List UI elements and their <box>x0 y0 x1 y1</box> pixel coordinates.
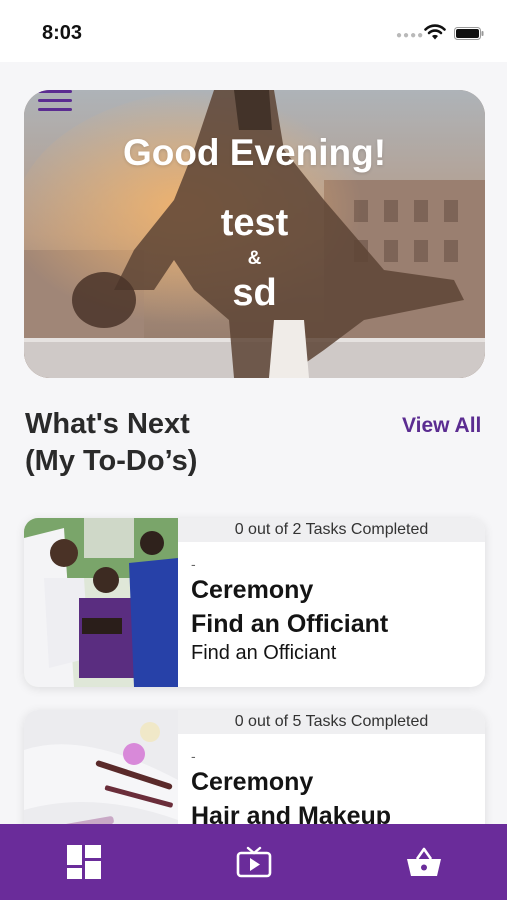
bottom-tab-bar <box>0 824 507 900</box>
video-icon[interactable] <box>234 842 274 882</box>
task-progress: 0 out of 5 Tasks Completed <box>178 710 485 734</box>
ampersand: & <box>247 248 262 269</box>
hamburger-menu-icon[interactable] <box>38 90 72 114</box>
battery-icon <box>454 27 484 40</box>
todo-title: Hair and Makeup <box>191 802 392 824</box>
dashboard-icon[interactable] <box>64 842 104 882</box>
todo-card[interactable]: 0 out of 2 Tasks Completed - Ceremony Fi… <box>24 518 485 687</box>
partner-two-name: sd <box>232 272 277 314</box>
section-title-line2: (My To-Do’s) <box>25 445 198 477</box>
todo-dash: - <box>191 748 196 764</box>
status-time: 8:03 <box>42 22 83 44</box>
status-bar: 8:03 ●●●● <box>0 0 507 62</box>
wifi-icon <box>424 24 446 40</box>
home-screen: Good Evening! test & sd What's Next (My … <box>0 62 507 824</box>
greeting-text: Good Evening! <box>122 132 387 173</box>
todo-title: Find an Officiant <box>191 610 389 638</box>
cellular-signal-icon: ●●●● <box>396 30 425 41</box>
todo-category: Ceremony <box>191 768 314 796</box>
todo-card[interactable]: 0 out of 5 Tasks Completed - Ceremony Ha… <box>24 710 485 824</box>
makeup-supplies-photo <box>24 710 178 824</box>
wedding-officiant-photo <box>24 518 178 687</box>
todo-dash: - <box>191 556 196 572</box>
todo-category: Ceremony <box>191 576 314 604</box>
todo-subtitle: Find an Officiant <box>191 642 337 664</box>
shopping-basket-icon[interactable] <box>404 842 444 882</box>
view-all-link[interactable]: View All <box>402 414 481 438</box>
section-title-line1: What's Next <box>25 408 190 440</box>
hero-banner: Good Evening! test & sd <box>24 90 485 378</box>
section-title: What's Next (My To-Do’s) <box>25 406 285 480</box>
partner-one-name: test <box>220 202 289 244</box>
task-progress: 0 out of 2 Tasks Completed <box>178 518 485 542</box>
